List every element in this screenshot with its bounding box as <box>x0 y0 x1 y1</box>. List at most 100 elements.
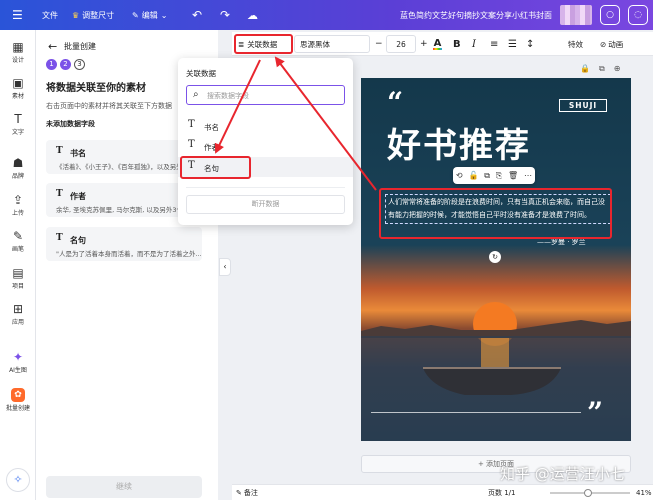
animation-label: 动画 <box>608 39 624 49</box>
add-page-icon[interactable]: ⊕ <box>614 64 621 74</box>
sunset-illustration <box>361 302 631 441</box>
dropdown-item-label: 书名 <box>204 123 219 132</box>
batch-create-icon: ✿ <box>11 388 25 402</box>
annotation-box-quote-item <box>180 156 251 179</box>
text-field-icon: T <box>56 146 63 156</box>
rail-label: 品牌 <box>11 173 24 180</box>
search-icon: ⌕ <box>193 89 199 100</box>
magic-sparkle-icon[interactable]: ✧ <box>6 468 30 492</box>
text-field-icon: T <box>188 119 195 130</box>
rail-item-ai-image[interactable]: ✦ AI生图 <box>0 350 36 374</box>
ai-sparkle-icon: ✦ <box>12 350 24 364</box>
rail-item-apps[interactable]: ⊞ 应用 <box>0 302 36 326</box>
page-tools: 🔒 ⧉ ⊕ <box>580 64 620 74</box>
font-select[interactable]: 思源黑体 <box>294 35 370 53</box>
align-icon[interactable]: ≡ <box>490 32 498 56</box>
top-bar: ☰ 文件 ♛ 调整尺寸 ✎ 编辑 ⌄ ↶ ↷ ☁ 蓝色简约文艺好句摘抄文案分享小… <box>0 0 653 30</box>
field-card-quote[interactable]: T 名句 "人是为了活着本身而活着，而不是为了活着之外... <box>46 227 202 261</box>
undo-icon[interactable]: ↶ <box>192 0 202 30</box>
brand-icon: ☗ <box>12 156 24 170</box>
rail-label: 画笔 <box>11 246 24 253</box>
cloud-sync-icon[interactable]: ☁ <box>247 0 258 30</box>
redo-icon[interactable]: ↷ <box>220 0 230 30</box>
rail-label: 文字 <box>11 129 24 136</box>
zoom-slider-handle[interactable] <box>584 489 592 497</box>
line-spacing-icon[interactable]: ↕ <box>526 32 534 56</box>
dropdown-item-book-title[interactable]: T 书名 <box>178 116 353 136</box>
italic-button[interactable]: I <box>472 32 476 56</box>
animation-icon: ⊘ <box>600 39 607 49</box>
divider-line <box>371 412 581 413</box>
text-field-icon: T <box>56 233 63 243</box>
rail-item-text[interactable]: T 文字 <box>0 112 36 136</box>
bold-button[interactable]: B <box>453 32 461 56</box>
sun-reflection <box>481 338 509 368</box>
dropdown-item-label: 作者 <box>204 143 219 152</box>
font-size-decrease-button[interactable]: − <box>375 32 383 56</box>
annotation-box-link-data <box>234 34 293 54</box>
share-icon[interactable]: ○ <box>600 5 620 25</box>
watermark: 知乎 @运营汪小七 <box>500 465 625 483</box>
avatar[interactable] <box>560 5 592 25</box>
search-input[interactable] <box>207 89 337 102</box>
edit-menu[interactable]: ✎ 编辑 ⌄ <box>132 0 167 30</box>
continue-button[interactable]: 继续 <box>46 476 202 498</box>
crown-icon: ♛ <box>72 10 80 20</box>
link-data-dropdown: 关联数据 ⌕ T 书名 T 作者 T 名句 断开数据 <box>178 58 353 225</box>
design-icon: ▦ <box>12 40 24 54</box>
apps-icon: ⊞ <box>12 302 24 316</box>
file-menu[interactable]: 文件 <box>42 0 58 30</box>
font-size-input[interactable]: 26 <box>386 35 416 53</box>
rail-item-assets[interactable]: ▣ 素材 <box>0 76 36 100</box>
rail-item-brush[interactable]: ✎ 画笔 <box>0 229 36 253</box>
document-title[interactable]: 蓝色简约文艺好句摘抄文案分享小红书封面 <box>400 0 552 30</box>
panel-subheading: 未添加数据字段 <box>46 120 95 128</box>
assets-icon: ▣ <box>12 76 24 90</box>
list-icon[interactable]: ☰ <box>508 32 517 56</box>
lock-icon[interactable]: 🔒 <box>580 64 590 74</box>
text-field-icon: T <box>56 189 63 199</box>
font-size-increase-button[interactable]: + <box>420 32 428 56</box>
panel-title: 批量创建 <box>64 42 96 51</box>
resize-button[interactable]: ♛ 调整尺寸 <box>72 0 114 30</box>
text-color-icon: A <box>433 37 442 49</box>
chat-icon[interactable]: ◌ <box>628 5 648 25</box>
close-quote-mark[interactable]: ” <box>587 396 603 429</box>
rail-item-design[interactable]: ▦ 设计 <box>0 40 36 64</box>
step-3: 3 <box>74 59 85 70</box>
back-arrow-icon[interactable]: ← <box>48 40 57 53</box>
design-canvas[interactable]: “ SHUJI 好书推荐 ⟲ 🔓 ⧉ ⎘ 🗑 ⋯ 人们常常将准备的阶段是在浪费时… <box>361 78 631 441</box>
upload-icon: ⇪ <box>12 193 24 207</box>
chevron-down-icon: ⌄ <box>160 10 168 20</box>
disconnect-data-button[interactable]: 断开数据 <box>186 195 345 214</box>
step-indicator: 1 2 3 <box>46 59 85 70</box>
resize-label: 调整尺寸 <box>82 10 115 20</box>
rail-item-upload[interactable]: ⇪ 上传 <box>0 193 36 217</box>
field-name: 书名 <box>70 149 86 158</box>
pencil-icon: ✎ <box>132 10 139 20</box>
rail-item-projects[interactable]: ▤ 项目 <box>0 266 36 290</box>
text-toolbar: ≣ 关联数据 思源黑体 − 26 + A B I ≡ ☰ ↕ 特效 ⊘ 动画 <box>232 32 653 56</box>
field-sample: "人是为了活着本身而活着，而不是为了活着之外... <box>56 250 202 258</box>
search-box[interactable]: ⌕ <box>186 85 345 105</box>
text-icon: T <box>14 112 22 126</box>
rail-item-batch-create[interactable]: ✿ 批量创建 <box>0 388 36 412</box>
field-name: 作者 <box>70 192 86 201</box>
copy-icon[interactable]: ⧉ <box>599 64 605 74</box>
notes-icon: ✎ <box>236 489 242 497</box>
panel-description: 右击页面中的素材并将其关联至下方数据 <box>46 102 172 110</box>
field-name: 名句 <box>70 236 86 245</box>
menu-icon[interactable]: ☰ <box>12 0 23 30</box>
notes-button[interactable]: ✎ 备注 <box>236 485 258 500</box>
zoom-level[interactable]: 41% <box>636 485 652 500</box>
step-1: 1 <box>46 59 57 70</box>
effects-button[interactable]: 特效 <box>568 32 583 56</box>
collapse-panel-button[interactable]: ‹ <box>219 258 231 276</box>
page-count[interactable]: 页数 1/1 <box>488 485 516 500</box>
animation-button[interactable]: ⊘ 动画 <box>600 32 623 56</box>
notes-label: 备注 <box>243 489 258 497</box>
text-color-button[interactable]: A <box>433 32 442 56</box>
left-rail: ▦ 设计 ▣ 素材 T 文字 ☗ 品牌 ⇪ 上传 ✎ 画笔 ▤ 项目 ⊞ 应用 … <box>0 30 36 500</box>
dropdown-item-author[interactable]: T 作者 <box>178 136 353 156</box>
rail-item-brand[interactable]: ☗ 品牌 <box>0 156 36 180</box>
